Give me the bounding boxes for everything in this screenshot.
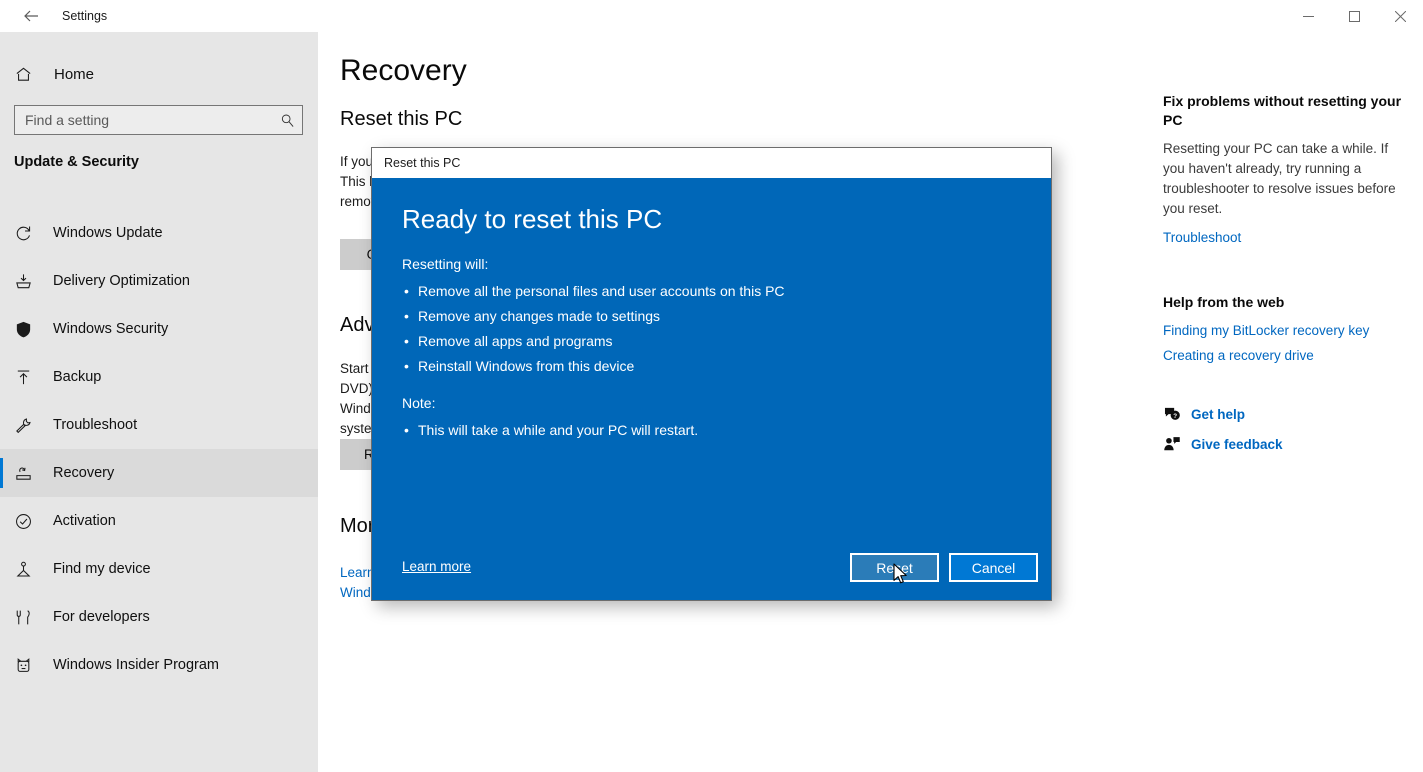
upload-arrow-icon: [14, 368, 46, 387]
sidebar-item-label: Backup: [53, 369, 102, 385]
search-box[interactable]: [14, 105, 303, 135]
sidebar-item-label: Find my device: [53, 561, 151, 577]
sidebar-item-label: Windows Security: [53, 321, 169, 337]
maximize-icon[interactable]: [1331, 0, 1377, 32]
dialog-bullet-list: Remove all the personal files and user a…: [402, 279, 1021, 379]
window-titlebar: Settings: [0, 0, 1423, 32]
dialog-note-list: This will take a while and your PC will …: [402, 418, 1021, 443]
section-heading-reset-this-pc: Reset this PC: [340, 108, 463, 130]
dialog-note-bullet: This will take a while and your PC will …: [402, 418, 1021, 443]
search-icon[interactable]: [272, 113, 302, 128]
sidebar-item-backup[interactable]: Backup: [0, 353, 318, 401]
sidebar-item-label: For developers: [53, 609, 150, 625]
sidebar-item-windows-update[interactable]: Windows Update: [0, 209, 318, 257]
bitlocker-recovery-key-link[interactable]: Finding my BitLocker recovery key: [1163, 321, 1413, 341]
developer-tools-icon: [14, 608, 46, 627]
dialog-lead-text: Resetting will:: [402, 256, 489, 272]
sidebar-item-windows-insider-program[interactable]: Windows Insider Program: [0, 641, 318, 689]
recovery-icon: [14, 464, 46, 483]
sidebar-item-label: Windows Update: [53, 225, 163, 241]
dialog-action-buttons: Reset Cancel: [850, 553, 1038, 582]
dialog-bullet: Remove all the personal files and user a…: [402, 279, 1021, 304]
check-circle-icon: [14, 512, 46, 531]
sidebar-item-delivery-optimization[interactable]: Delivery Optimization: [0, 257, 318, 305]
close-icon[interactable]: [1377, 0, 1423, 32]
sidebar-category-title: Update & Security: [14, 154, 139, 170]
svg-text:?: ?: [1173, 413, 1177, 420]
delivery-icon: [14, 272, 46, 291]
sidebar-item-troubleshoot[interactable]: Troubleshoot: [0, 401, 318, 449]
locate-device-icon: [14, 560, 46, 579]
insider-cat-icon: [14, 656, 46, 675]
dialog-learn-more-link[interactable]: Learn more: [402, 559, 471, 574]
sidebar-item-activation[interactable]: Activation: [0, 497, 318, 545]
sidebar-item-label: Windows Insider Program: [53, 657, 219, 673]
get-help-action[interactable]: ? Get help: [1163, 405, 1413, 423]
sidebar-item-label: Recovery: [53, 465, 115, 481]
dialog-heading: Ready to reset this PC: [402, 204, 663, 234]
reset-this-pc-dialog: Reset this PC Ready to reset this PC Res…: [371, 147, 1052, 601]
dialog-titlebar: Reset this PC: [372, 148, 1051, 178]
window-title: Settings: [62, 9, 108, 23]
feedback-person-icon: [1163, 435, 1191, 453]
sidebar-item-for-developers[interactable]: For developers: [0, 593, 318, 641]
dialog-bullet: Remove all apps and programs: [402, 329, 1021, 354]
sidebar-item-label: Activation: [53, 513, 116, 529]
window-controls: [1285, 0, 1423, 32]
give-feedback-label: Give feedback: [1191, 436, 1283, 452]
sidebar: Home Update & Security Windows Update: [0, 32, 318, 772]
sidebar-item-find-my-device[interactable]: Find my device: [0, 545, 318, 593]
dialog-body: Ready to reset this PC Resetting will: R…: [372, 178, 1051, 600]
sidebar-item-label: Delivery Optimization: [53, 273, 190, 289]
refresh-icon: [14, 224, 46, 243]
sidebar-item-label: Troubleshoot: [53, 417, 138, 433]
help-panel-web-heading: Help from the web: [1163, 294, 1285, 310]
sidebar-item-home-label: Home: [54, 65, 95, 83]
search-input[interactable]: [15, 112, 272, 128]
sidebar-item-windows-security[interactable]: Windows Security: [0, 305, 318, 353]
settings-window: Settings Home Find a setting Update & Se…: [0, 0, 1423, 772]
sidebar-item-recovery[interactable]: Recovery: [0, 449, 318, 497]
help-panel-fix-body: Resetting your PC can take a while. If y…: [1163, 141, 1396, 216]
question-bubble-icon: ?: [1163, 405, 1191, 423]
sidebar-item-home[interactable]: Home: [0, 54, 318, 94]
dialog-bullet: Reinstall Windows from this device: [402, 354, 1021, 379]
home-icon: [14, 65, 46, 84]
help-panel: Fix problems without resetting your PC R…: [1163, 92, 1413, 465]
help-panel-spacer: [1163, 253, 1413, 293]
get-help-label: Get help: [1191, 406, 1246, 422]
help-panel-fix-heading: Fix problems without resetting your PC: [1163, 93, 1402, 128]
give-feedback-action[interactable]: Give feedback: [1163, 435, 1413, 453]
sidebar-nav-list: Windows Update Delivery Optimization Win…: [0, 209, 318, 689]
dialog-reset-button[interactable]: Reset: [850, 553, 939, 582]
back-arrow-icon[interactable]: [8, 0, 54, 32]
help-panel-spacer-2: [1163, 371, 1413, 405]
dialog-note-label: Note:: [402, 395, 436, 411]
dialog-cancel-button[interactable]: Cancel: [949, 553, 1038, 582]
troubleshoot-link[interactable]: Troubleshoot: [1163, 228, 1413, 248]
creating-recovery-drive-link[interactable]: Creating a recovery drive: [1163, 346, 1413, 366]
dialog-bullet: Remove any changes made to settings: [402, 304, 1021, 329]
shield-icon: [14, 320, 46, 339]
dialog-titlebar-text: Reset this PC: [384, 156, 461, 170]
wrench-icon: [14, 416, 46, 435]
minimize-icon[interactable]: [1285, 0, 1331, 32]
page-title: Recovery: [340, 54, 467, 87]
